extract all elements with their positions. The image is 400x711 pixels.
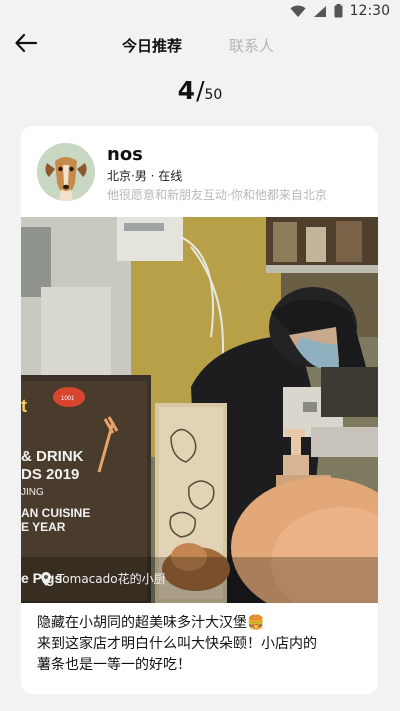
tab-recommend[interactable]: 今日推荐: [122, 35, 182, 56]
tab-contacts[interactable]: 联系人: [229, 35, 274, 56]
poster-line-1: & DRINK: [21, 448, 84, 465]
battery-icon: [334, 4, 343, 18]
avatar[interactable]: [37, 143, 95, 201]
caption-line-2: 来到这家店才明白什么叫大快朵颐！小店内的: [37, 636, 317, 652]
poster-line-0: t: [21, 396, 27, 416]
header: 今日推荐 联系人: [0, 26, 400, 64]
caption-line-1: 隐藏在小胡同的超美味多汁大汉堡🍔: [37, 615, 265, 631]
arrow-left-icon: [15, 33, 38, 53]
counter-current: 4: [177, 76, 196, 105]
poster-line-4: AN CUISINE: [21, 506, 90, 520]
profile-meta: 北京·男 · 在线: [107, 169, 183, 183]
poster-line-3: JING: [21, 487, 44, 498]
status-icons: 12:30: [290, 3, 390, 19]
caption-line-3: 薯条也是一等一的好吃！: [37, 657, 191, 673]
poster-line-2: DS 2019: [21, 466, 79, 483]
poster-line-5: E YEAR: [21, 520, 66, 534]
kitchen-scene-image: t & DRINK DS 2019 JING AN CUISINE E YEAR…: [21, 217, 378, 603]
status-time: 12:30: [349, 3, 390, 19]
location-pin-icon: [41, 571, 51, 586]
back-button[interactable]: [14, 32, 42, 56]
location-tag[interactable]: Tomacado花的小厨: [41, 570, 166, 587]
signal-icon: [313, 5, 326, 17]
counter-separator: /: [196, 76, 205, 105]
post-photo[interactable]: t & DRINK DS 2019 JING AN CUISINE E YEAR…: [21, 217, 378, 603]
wifi-icon: [290, 5, 306, 17]
page-counter: 4/50: [0, 76, 400, 105]
poster-badge: 1001: [61, 396, 75, 402]
location-label: Tomacado花的小厨: [57, 572, 166, 586]
status-bar: 12:30: [0, 0, 400, 22]
counter-total: 50: [204, 87, 223, 103]
dog-avatar: [37, 143, 95, 201]
profile-bio: 他很愿意和新朋友互动·你和他都来自北京: [107, 188, 327, 202]
profile-name: nos: [107, 144, 143, 165]
profile-card[interactable]: nos 北京·男 · 在线 他很愿意和新朋友互动·你和他都来自北京 t & DR…: [21, 126, 378, 694]
post-caption: 隐藏在小胡同的超美味多汁大汉堡🍔 来到这家店才明白什么叫大快朵颐！小店内的 薯条…: [37, 613, 367, 676]
